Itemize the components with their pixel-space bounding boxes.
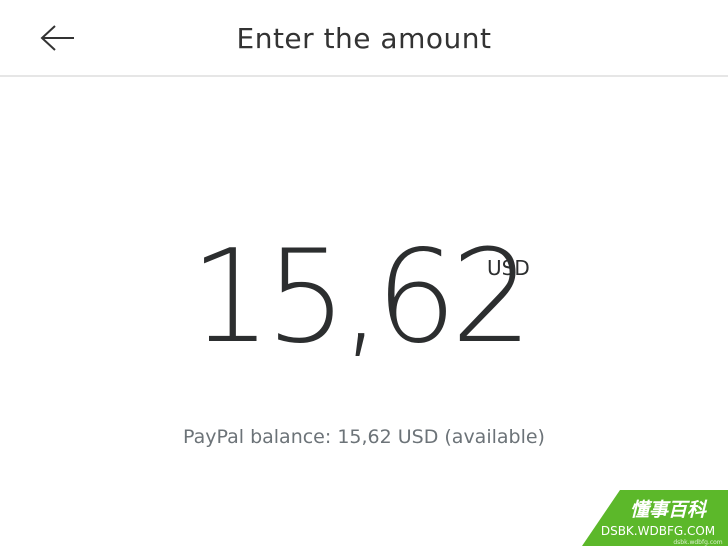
currency-label: USD — [487, 256, 530, 280]
watermark-small-text: dsbk.wdbfg.com — [673, 539, 722, 546]
balance-info: PayPal balance: 15,62 USD (available) — [183, 426, 545, 448]
page-title: Enter the amount — [236, 22, 492, 55]
top-bar: Enter the amount — [0, 0, 728, 77]
watermark-domain: DSBK.WDBFG.COM — [601, 524, 715, 538]
amount-value[interactable]: 15,62 — [190, 218, 532, 378]
watermark-logo: 懂事百科 DSBK.WDBFG.COM dsbk.wdbfg.com — [582, 490, 728, 546]
watermark-brand-text: 懂事百科 — [630, 499, 708, 521]
